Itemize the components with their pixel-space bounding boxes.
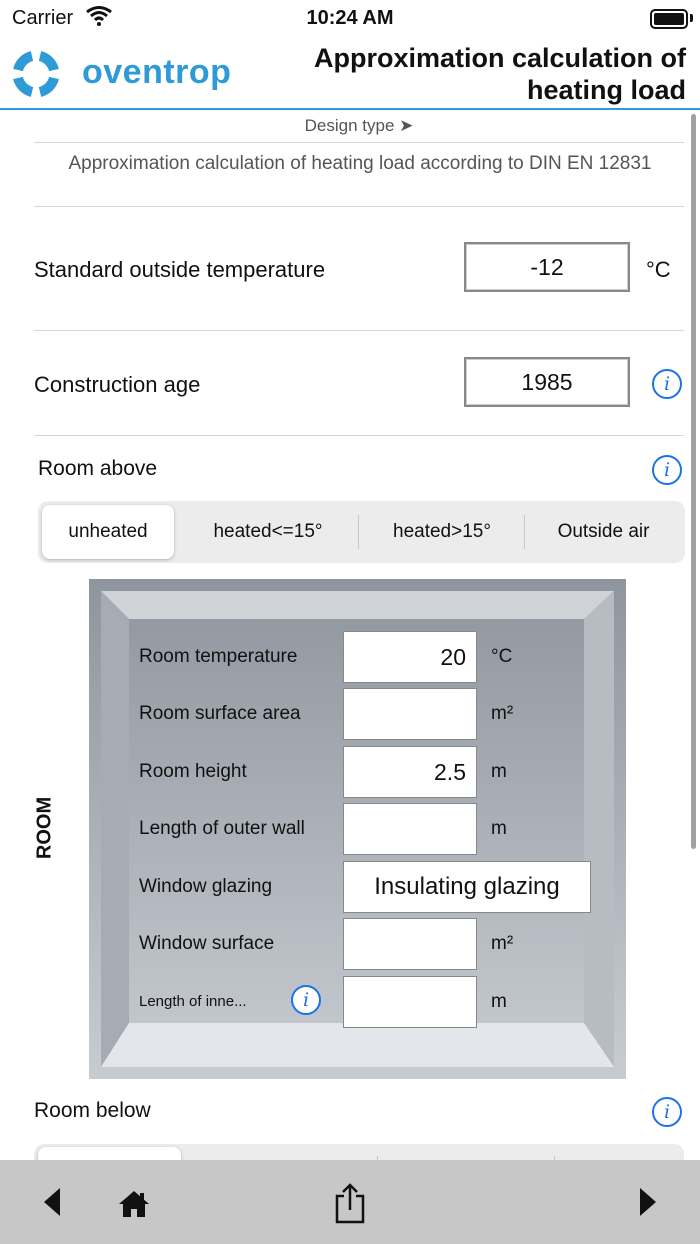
room-height-label: Room height [139,761,247,782]
room-temperature-unit: °C [491,646,513,667]
room-temperature-label: Room temperature [139,646,298,667]
segment-heated-le-15[interactable]: heated<=15° [178,505,358,559]
room-side-label: ROOM [20,796,70,860]
construction-age-label: Construction age [34,372,201,397]
battery-icon [650,9,688,29]
page-title: Approximation calculation of heating loa… [313,43,686,105]
room-surface-area-input[interactable] [343,688,477,740]
room-panel: Room temperature 20 °C Room surface area… [89,579,626,1079]
window-surface-label: Window surface [139,933,275,954]
outer-wall-length-input[interactable] [343,803,477,855]
room-height-input[interactable]: 2.5 [343,746,477,798]
outside-temp-label: Standard outside temperature [34,257,326,282]
room-temperature-input[interactable]: 20 [343,631,477,683]
outside-temp-unit: °C [646,257,671,282]
back-arrow-icon[interactable] [42,1186,62,1223]
inner-wall-length-label: Length of inne... [139,993,247,1010]
inner-wall-length-input[interactable] [343,976,477,1028]
window-glazing-select[interactable]: Insulating glazing [343,861,591,913]
scrollbar[interactable] [691,114,696,849]
battery-tip [690,14,693,22]
segment-separator [524,515,525,549]
room-surface-area-label: Room surface area [139,703,301,724]
inner-wall-length-unit: m [491,991,507,1012]
main-content[interactable]: Design type ➤ Approximation calculation … [0,110,700,1160]
segment-unheated[interactable]: unheated [42,505,174,559]
segment-selected[interactable] [38,1147,181,1160]
segment-separator [358,515,359,549]
room-height-unit: m [491,761,507,782]
clock: 10:24 AM [306,7,394,29]
segment-heated-gt-15[interactable]: heated>15° [360,505,524,559]
room-above-label: Room above [38,457,158,480]
divider [34,206,684,207]
info-icon[interactable]: i [652,1097,682,1127]
info-icon[interactable]: i [291,985,321,1015]
outer-wall-length-label: Length of outer wall [139,818,305,839]
window-surface-input[interactable] [343,918,477,970]
status-bar: Carrier 10:24 AM [0,0,700,36]
standard-description: Approximation calculation of heating loa… [68,153,652,174]
room-below-segmented-control[interactable] [34,1144,684,1160]
info-icon[interactable]: i [652,369,682,399]
window-glazing-label: Window glazing [139,876,273,897]
home-icon[interactable] [118,1190,150,1223]
share-icon[interactable] [332,1182,368,1229]
oventrop-logo-icon [8,46,64,107]
window-surface-unit: m² [491,933,514,954]
construction-age-input[interactable]: 1985 [464,357,630,407]
room-below-label: Room below [34,1099,151,1122]
divider [34,142,684,143]
divider [34,330,684,331]
app-header: oventrop Approximation calculation of he… [0,36,700,110]
divider [34,435,684,436]
segment-outside-air[interactable]: Outside air [526,505,681,559]
forward-arrow-icon[interactable] [638,1186,658,1223]
outside-temp-input[interactable]: -12 [464,242,630,292]
outer-wall-length-unit: m [491,818,507,839]
room-above-segmented-control[interactable]: unheated heated<=15° heated>15° Outside … [38,501,685,563]
room-surface-area-unit: m² [491,703,514,724]
design-type-link[interactable]: Design type ➤ [34,116,684,136]
bottom-toolbar [0,1160,700,1244]
logo-text: oventrop [82,53,232,91]
info-icon[interactable]: i [652,455,682,485]
room-side-text: ROOM [33,796,56,860]
